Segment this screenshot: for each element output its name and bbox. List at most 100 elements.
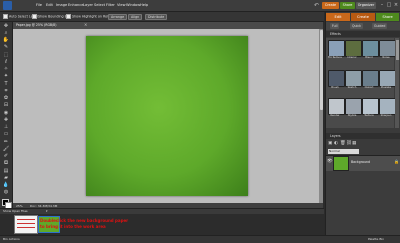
distribute-button[interactable]: Distribute <box>145 14 168 20</box>
menu-filter[interactable]: Filter <box>106 3 115 7</box>
show-open-files-dropdown[interactable]: Show Open Files <box>3 209 28 213</box>
menu-file[interactable]: File <box>36 3 42 7</box>
brush-tool-icon[interactable]: 🖌 <box>2 147 10 152</box>
maximize-icon[interactable]: □ <box>386 2 392 9</box>
menu-view[interactable]: View <box>117 3 126 7</box>
effect-thumbnail[interactable] <box>379 40 396 57</box>
magic-wand-tool-icon[interactable]: ✧ <box>2 67 10 72</box>
close-icon[interactable]: × <box>393 2 399 9</box>
effect-label: Blend <box>365 56 373 59</box>
tab-create[interactable]: Create <box>351 13 375 21</box>
bin-actions-button[interactable]: Bin Actions <box>3 237 20 241</box>
effect-label: Pixelate <box>380 86 392 89</box>
layer-name[interactable]: Background <box>351 160 370 164</box>
paint-bucket-tool-icon[interactable]: ⛾ <box>2 161 10 166</box>
effect-thumbnail[interactable] <box>328 40 345 57</box>
bin-options-icon[interactable]: ▾ <box>46 209 48 213</box>
lock-pixels-icon[interactable]: ▦ <box>352 141 356 146</box>
effect-thumbnail[interactable] <box>345 70 362 87</box>
delete-layer-icon[interactable]: 🗑 <box>340 141 346 146</box>
effect-label: Sharpen <box>380 114 392 117</box>
cookie-cutter-tool-icon[interactable]: ✿ <box>2 96 10 101</box>
tab-edit[interactable]: Edit <box>326 13 350 21</box>
effects-panel-title: Effects <box>330 31 341 36</box>
tab-share[interactable]: Share <box>376 13 399 21</box>
marquee-tool-icon[interactable]: ⬚ <box>2 53 10 58</box>
bin-thumbnail-document[interactable] <box>14 215 38 234</box>
create-button[interactable]: Create <box>322 2 339 9</box>
document-tab[interactable] <box>13 22 323 29</box>
clone-stamp-tool-icon[interactable]: ⊥ <box>2 125 10 130</box>
type-tool-icon[interactable]: T <box>2 82 10 87</box>
effect-label: Brush <box>331 86 339 89</box>
share-button[interactable]: Share <box>340 2 355 9</box>
effect-label: Sketch <box>347 86 357 89</box>
effect-thumbnail[interactable] <box>362 40 379 57</box>
blend-mode-select[interactable]: Normal <box>328 149 359 154</box>
move-tool-icon[interactable]: ✥ <box>2 24 10 29</box>
healing-tool-icon[interactable]: ✚ <box>2 118 10 123</box>
app-icon <box>3 1 12 10</box>
effect-label: Distort <box>364 86 374 89</box>
undo-icon[interactable]: ↶ <box>314 2 321 9</box>
subtab-quick[interactable]: Quick <box>350 23 364 29</box>
menu-help[interactable]: Help <box>140 3 148 7</box>
layer-thumbnail[interactable] <box>333 156 349 171</box>
effect-label: Stylize <box>347 114 357 117</box>
link-layers-icon[interactable]: ⛓ <box>346 141 352 146</box>
layers-list-empty-area <box>326 171 400 235</box>
crop-tool-icon[interactable]: ⌗ <box>2 89 10 94</box>
effect-thumbnail[interactable] <box>362 98 379 115</box>
menu-window[interactable]: Window <box>126 3 140 7</box>
effect-thumbnail[interactable] <box>379 70 396 87</box>
straighten-tool-icon[interactable]: ⊟ <box>2 103 10 108</box>
zoom-level[interactable]: 25% <box>16 204 23 208</box>
effect-label: Render <box>330 114 340 117</box>
effect-thumbnail[interactable] <box>379 98 396 115</box>
effect-thumbnail[interactable] <box>328 70 345 87</box>
effect-label: Noise <box>382 56 390 59</box>
menu-edit[interactable]: Edit <box>46 3 53 7</box>
adjustment-layer-icon[interactable]: ◐ <box>334 141 338 146</box>
smart-brush-tool-icon[interactable]: ✐ <box>2 154 10 159</box>
effect-thumbnail[interactable] <box>362 70 379 87</box>
subtab-guided[interactable]: Guided <box>372 23 388 29</box>
effect-thumbnail[interactable] <box>345 40 362 57</box>
minimize-icon[interactable]: – <box>379 2 385 9</box>
palette-bin-toggle[interactable]: Palette Bin <box>368 237 384 241</box>
align-button[interactable]: Align <box>128 14 143 20</box>
sponge-tool-icon[interactable]: ◍ <box>2 190 10 195</box>
eye-icon[interactable]: 👁 <box>327 159 333 164</box>
subtab-full[interactable]: Full <box>330 23 340 29</box>
blur-tool-icon[interactable]: 💧 <box>2 183 10 188</box>
hand-tool-icon[interactable]: ✋ <box>2 38 10 43</box>
gradient-tool-icon[interactable]: ▤ <box>2 169 10 174</box>
effect-label: Interior <box>347 56 357 59</box>
instruction-line-2: to bring it into the work area <box>40 224 106 229</box>
lasso-tool-icon[interactable]: ℓ <box>2 60 10 65</box>
red-eye-tool-icon[interactable]: ◉ <box>2 111 10 116</box>
menu-enhance[interactable]: Enhance <box>68 3 84 7</box>
arrange-button[interactable]: Arrange <box>108 14 128 20</box>
effect-thumbnail[interactable] <box>345 98 362 115</box>
quick-select-tool-icon[interactable]: ✦ <box>2 74 10 79</box>
shape-tool-icon[interactable]: ▰ <box>2 176 10 181</box>
document-close-icon[interactable]: × <box>84 22 87 27</box>
organizer-button[interactable]: Organizer <box>356 2 376 9</box>
eyedropper-tool-icon[interactable]: ✎ <box>2 45 10 50</box>
green-paper-canvas[interactable] <box>86 36 248 196</box>
effects-scroll-thumb[interactable] <box>395 40 399 60</box>
vertical-scroll-thumb[interactable] <box>319 30 323 110</box>
new-layer-icon[interactable]: ▣ <box>328 141 332 146</box>
menu-select[interactable]: Select <box>94 3 105 7</box>
document-info[interactable]: Doc: 34.3M/34.3M <box>30 204 57 208</box>
eraser-tool-icon[interactable]: ▭ <box>2 132 10 137</box>
effect-label: Fill Texture <box>328 56 342 59</box>
instruction-line-1: Doubleclick the new background paper <box>40 218 129 223</box>
effect-thumbnail[interactable] <box>328 98 345 115</box>
pencil-tool-icon[interactable]: ✏ <box>2 140 10 145</box>
menu-image[interactable]: Image <box>56 3 67 7</box>
menu-layer[interactable]: Layer <box>83 3 93 7</box>
show-bbox-checkbox[interactable]: Show Bounding Box <box>32 14 71 19</box>
zoom-tool-icon[interactable]: ⌕ <box>2 31 10 36</box>
